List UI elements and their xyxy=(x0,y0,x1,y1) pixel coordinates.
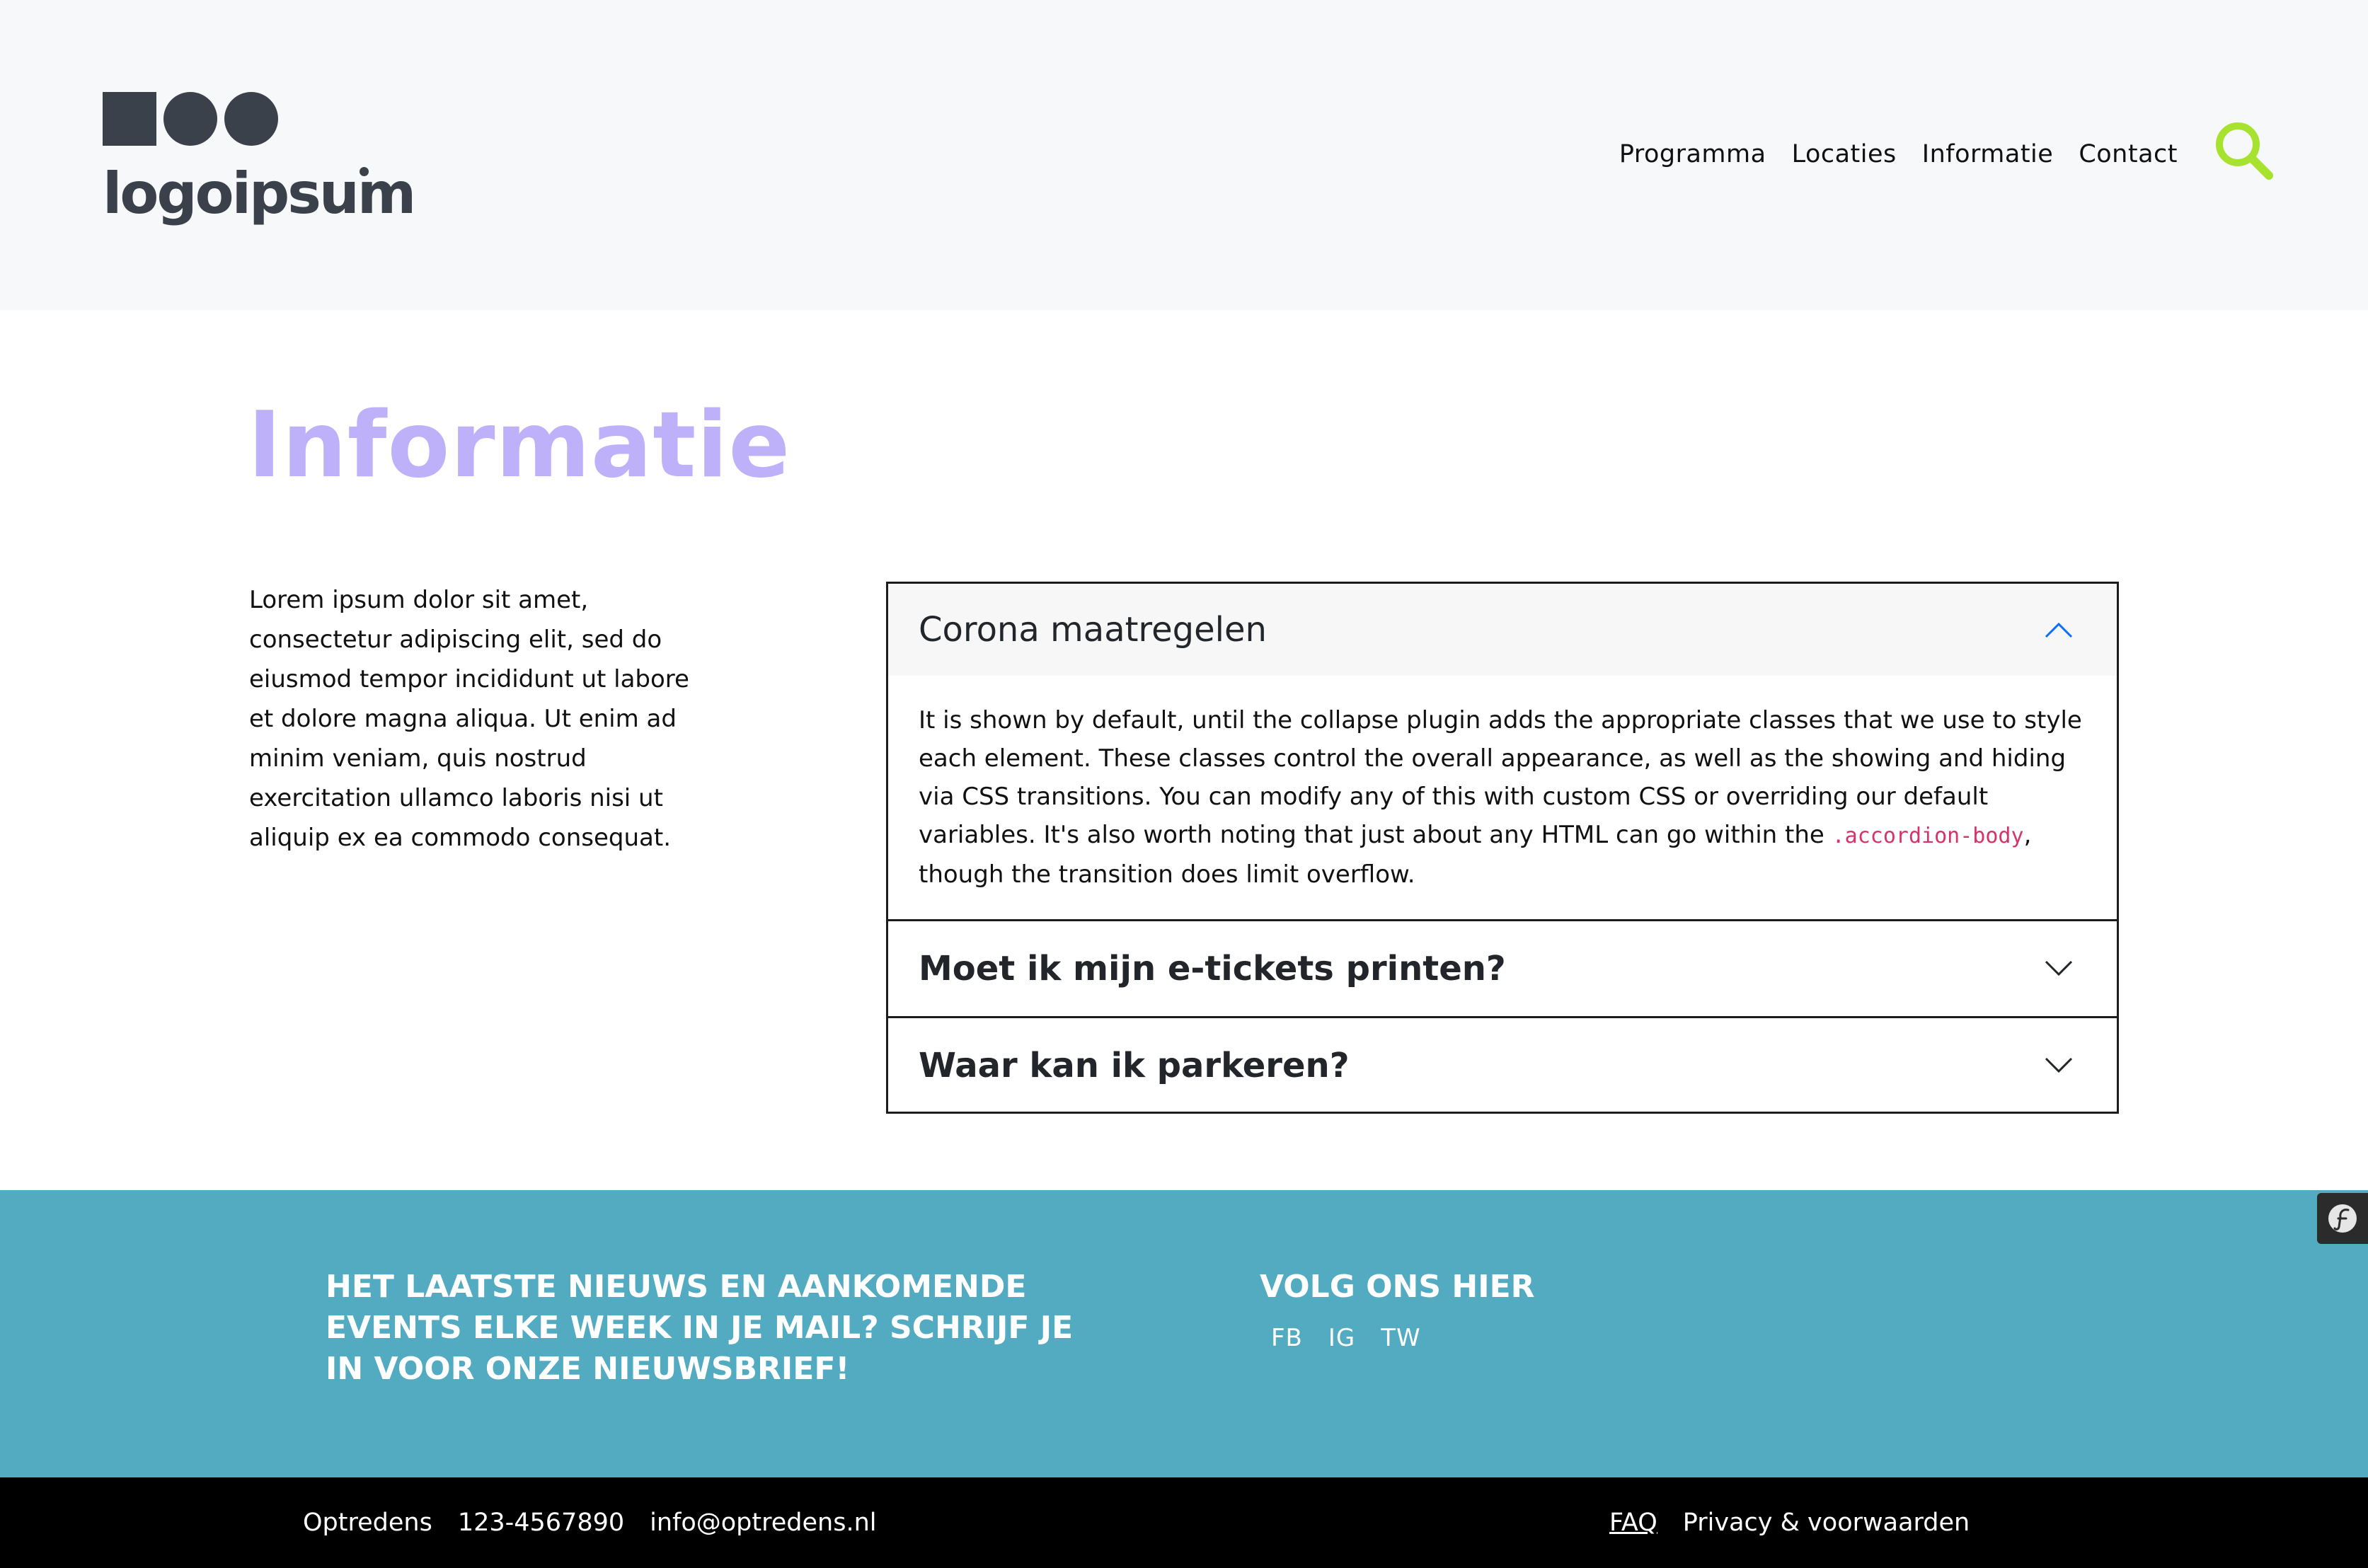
social-link-tw[interactable]: TW xyxy=(1381,1320,1420,1356)
symfony-toolbar-toggle[interactable] xyxy=(2317,1193,2368,1244)
search-button[interactable] xyxy=(2214,120,2275,181)
nav-item-locaties[interactable]: Locaties xyxy=(1792,134,1897,174)
nav-item-informatie[interactable]: Informatie xyxy=(1922,134,2054,174)
accordion-item-corona: Corona maatregelen It is shown by defaul… xyxy=(888,584,2117,919)
accordion-title: Waar kan ik parkeren? xyxy=(919,1046,1350,1085)
faq-link[interactable]: FAQ xyxy=(1609,1504,1657,1541)
bottom-bar: Optredens 123-4567890 info@optredens.nl … xyxy=(0,1477,2368,1568)
accordion-title: Moet ik mijn e-tickets printen? xyxy=(919,949,1506,988)
social-link-fb[interactable]: FB xyxy=(1271,1320,1303,1356)
newsletter-text[interactable]: HET LAATSTE NIEUWS EN AANKOMENDE EVENTS … xyxy=(326,1267,1118,1390)
nav-item-contact[interactable]: Contact xyxy=(2079,134,2178,174)
accordion-header-corona[interactable]: Corona maatregelen xyxy=(888,584,2117,676)
company-name: Optredens xyxy=(303,1509,432,1537)
accordion-body-corona: It is shown by default, until the collap… xyxy=(888,676,2117,919)
social-link-ig[interactable]: IG xyxy=(1328,1320,1355,1356)
accordion-header-etickets[interactable]: Moet ik mijn e-tickets printen? xyxy=(888,921,2117,1016)
search-icon xyxy=(2216,122,2273,180)
intro-text: Lorem ipsum dolor sit amet, consectetur … xyxy=(249,586,689,852)
nav-item-programma[interactable]: Programma xyxy=(1619,134,1766,174)
chevron-up-icon xyxy=(2045,622,2073,638)
legal-links: FAQ Privacy & voorwaarden xyxy=(1609,1504,1970,1541)
accordion-body-code: .accordion-body xyxy=(1832,824,2024,848)
faq-accordion: Corona maatregelen It is shown by defaul… xyxy=(886,582,2119,1114)
page-title: Informatie xyxy=(248,393,791,498)
logo-dot xyxy=(360,167,369,176)
main-nav: Programma Locaties Informatie Contact xyxy=(1619,134,2178,174)
email-address: info@optredens.nl xyxy=(650,1509,877,1537)
newsletter-section: HET LAATSTE NIEUWS EN AANKOMENDE EVENTS … xyxy=(0,1190,2368,1477)
chevron-down-icon xyxy=(2045,1057,2073,1073)
logo[interactable]: logoipsum xyxy=(103,91,416,226)
phone-number: 123-4567890 xyxy=(457,1509,625,1537)
follow-title: VOLG ONS HIER xyxy=(1260,1269,1535,1305)
accordion-item-parkeren: Waar kan ik parkeren? xyxy=(888,1016,2117,1113)
accordion-item-etickets: Moet ik mijn e-tickets printen? xyxy=(888,919,2117,1016)
contact-info: Optredens 123-4567890 info@optredens.nl xyxy=(303,1504,876,1541)
accordion-title: Corona maatregelen xyxy=(919,610,1267,650)
logo-shapes-icon xyxy=(103,92,278,146)
chevron-down-icon xyxy=(2045,960,2073,976)
site-header: logoipsum Programma Locaties Informatie … xyxy=(0,0,2368,310)
symfony-icon xyxy=(2328,1204,2357,1233)
accordion-header-parkeren[interactable]: Waar kan ik parkeren? xyxy=(888,1018,2117,1113)
social-links: FB IG TW xyxy=(1271,1320,1421,1356)
privacy-link[interactable]: Privacy & voorwaarden xyxy=(1683,1504,1970,1541)
